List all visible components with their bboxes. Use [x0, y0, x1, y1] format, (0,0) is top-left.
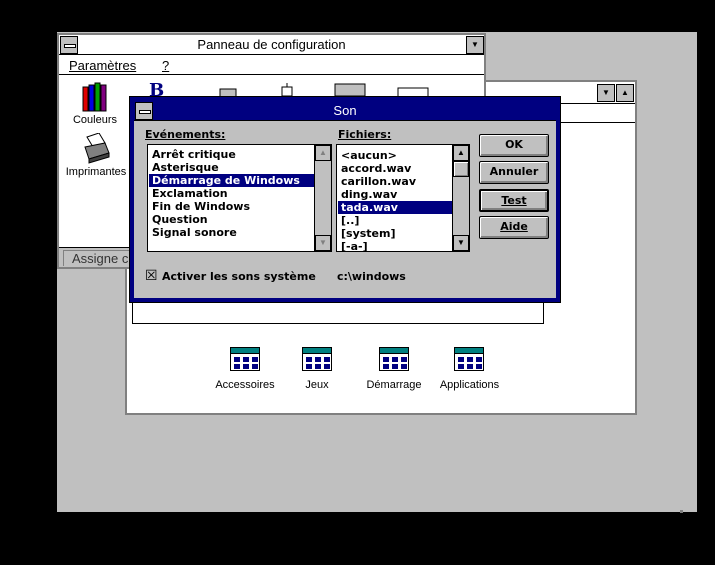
status-text: Assigne c	[72, 251, 129, 266]
minimize-button[interactable]: ▼	[597, 84, 615, 102]
events-label: Evénements:	[145, 128, 225, 141]
file-item[interactable]: <aucun>	[338, 149, 453, 162]
system-menu-icon[interactable]	[60, 36, 78, 54]
event-item[interactable]: Signal sonore	[149, 226, 314, 239]
file-item-selected[interactable]: tada.wav	[338, 201, 453, 214]
test-button[interactable]: Test	[479, 189, 549, 212]
printer-icon	[84, 133, 110, 164]
control-panel-title-bar[interactable]: Panneau de configuration	[59, 35, 484, 55]
group-icon-accessoires[interactable]: Accessoires	[210, 347, 280, 397]
scroll-thumb[interactable]	[453, 161, 469, 177]
menu-bar: Paramètres ?	[59, 56, 484, 75]
aide-button[interactable]: Aide	[479, 216, 549, 239]
group-label: Jeux	[305, 379, 329, 391]
desktop-corner-mark	[680, 510, 683, 513]
group-label: Démarrage	[366, 379, 422, 391]
enable-sounds-label: Activer les sons système	[162, 270, 316, 283]
aide-button-label: Aide	[500, 220, 528, 233]
events-list-items: Arrêt critique Asterisque Démarrage de W…	[149, 148, 314, 239]
imprimantes-icon-item[interactable]: Imprimantes	[61, 133, 131, 179]
events-listbox[interactable]: Arrêt critique Asterisque Démarrage de W…	[147, 144, 332, 252]
menu-help[interactable]: ?	[162, 56, 169, 75]
mouse-icon[interactable]	[279, 83, 295, 97]
enable-sounds-checkbox[interactable]: ☒ Activer les sons système	[145, 267, 325, 284]
group-icon-demarrage[interactable]: Démarrage	[359, 347, 429, 397]
events-scrollbar[interactable]: ▲ ▼	[314, 145, 331, 251]
event-item-selected[interactable]: Démarrage de Windows	[149, 174, 314, 187]
fonts-icon[interactable]: B	[147, 81, 171, 97]
crayons-icon	[82, 82, 107, 112]
scroll-down-arrow-icon[interactable]: ▼	[315, 235, 331, 251]
program-group-icon	[454, 347, 484, 371]
files-label: Fichiers:	[338, 128, 391, 141]
file-item[interactable]: [-a-]	[338, 240, 453, 253]
event-item[interactable]: Fin de Windows	[149, 200, 314, 213]
event-item[interactable]: Question	[149, 213, 314, 226]
sound-dialog-title: Son	[333, 103, 357, 118]
files-scrollbar[interactable]: ▲ ▼	[452, 145, 469, 251]
ok-button[interactable]: OK	[479, 134, 549, 157]
event-item[interactable]: Arrêt critique	[149, 148, 314, 161]
group-icon-jeux[interactable]: Jeux	[287, 347, 347, 397]
sound-dialog-title-bar[interactable]: Son	[134, 101, 556, 121]
program-group-icon	[379, 347, 409, 371]
svg-text:B: B	[149, 81, 164, 97]
file-item[interactable]: [..]	[338, 214, 453, 227]
file-item[interactable]: carillon.wav	[338, 175, 453, 188]
checkbox-mark-icon[interactable]: ☒	[145, 267, 158, 284]
imprimantes-label: Imprimantes	[65, 166, 127, 178]
program-group-icon	[302, 347, 332, 371]
maximize-button[interactable]: ▲	[616, 84, 634, 102]
files-label-text: Fichiers:	[338, 128, 392, 141]
files-list-items: <aucun> accord.wav carillon.wav ding.wav…	[338, 149, 453, 253]
file-item[interactable]: [system]	[338, 227, 453, 240]
scroll-down-arrow-icon[interactable]: ▼	[453, 235, 469, 251]
current-path: c:\windows	[337, 270, 406, 283]
group-label: Accessoires	[215, 379, 275, 391]
events-label-text: Evénements:	[145, 128, 226, 141]
minimize-button[interactable]: ▼	[466, 36, 484, 54]
system-menu-icon[interactable]	[135, 102, 153, 120]
couleurs-label: Couleurs	[72, 114, 118, 126]
event-item[interactable]: Exclamation	[149, 187, 314, 200]
desktop-icon[interactable]	[334, 83, 368, 97]
menu-parametres[interactable]: Paramètres	[69, 56, 136, 75]
files-listbox[interactable]: <aucun> accord.wav carillon.wav ding.wav…	[336, 144, 470, 253]
event-item[interactable]: Asterisque	[149, 161, 314, 174]
group-icon-applications[interactable]: Applications	[432, 347, 507, 397]
couleurs-icon-item[interactable]: Couleurs	[65, 81, 125, 127]
file-item[interactable]: accord.wav	[338, 162, 453, 175]
test-button-label: Test	[501, 194, 527, 207]
scroll-up-arrow-icon[interactable]: ▲	[315, 145, 331, 161]
scroll-up-arrow-icon[interactable]: ▲	[453, 145, 469, 161]
sound-dialog[interactable]: Son Evénements: Arrêt critique Asterisqu…	[129, 96, 561, 303]
control-panel-title: Panneau de configuration	[197, 37, 346, 52]
file-item[interactable]: ding.wav	[338, 188, 453, 201]
program-group-icon	[230, 347, 260, 371]
annuler-button[interactable]: Annuler	[479, 161, 549, 184]
group-label: Applications	[439, 379, 500, 391]
